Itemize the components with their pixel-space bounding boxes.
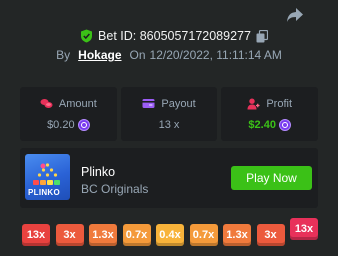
amount-card: Amount $0.20 [20,87,117,141]
multiplier-slot: 3x [55,224,84,246]
multiplier-slot: 0.4x [156,224,184,246]
profit-label: Profit [266,97,293,110]
payout-value: 13 x [158,118,180,131]
multiplier-slot-hit: 13x [290,218,318,240]
multiplier-slot: 1.3x [89,224,117,246]
coins-stack-icon [40,99,53,108]
username-link[interactable]: Hokage [78,48,121,62]
bcd-coin-icon [77,118,90,131]
multiplier-slot: 0.7x [122,224,151,246]
bet-detail-panel: Bet ID: 8605057172089277 By Hokage On 12… [0,0,338,256]
play-now-button[interactable]: Play Now [231,166,312,190]
by-label: By [56,48,71,62]
game-provider: BC Originals [81,182,149,196]
game-card: PLINKO Plinko BC Originals Play Now [20,148,318,208]
game-title: Plinko [81,165,116,179]
payout-card: Payout 13 x [120,87,218,141]
amount-value: $0.20 [47,118,75,131]
bcd-coin-icon [278,118,291,131]
shield-check-icon [81,29,93,43]
profit-card: Profit $2.40 [221,87,319,141]
share-arrow-icon[interactable] [286,7,304,23]
bet-meta-row: By Hokage On 12/20/2022, 11:11:14 AM [0,48,338,62]
bet-date: 12/20/2022, 11:11:14 AM [149,48,282,62]
payout-label: Payout [161,97,196,110]
profit-value: $2.40 [248,118,276,131]
multiplier-slot: 13x [22,224,50,246]
plinko-pegs-icon [33,163,60,185]
multiplier-slot: 1.3x [223,224,251,246]
profit-user-icon [247,98,260,109]
multiplier-slot: 0.7x [189,224,218,246]
thumb-logo: PLINKO [28,188,61,197]
multiplier-row: 13x 3x 1.3x 0.7x 0.4x 0.7x 1.3x 3x 13x [20,218,318,248]
copy-icon[interactable] [256,29,268,43]
wallet-card-icon [142,99,155,108]
bet-id-row: Bet ID: 8605057172089277 [0,29,338,43]
bet-stats: Amount $0.20 Payout 13 x Profit $2.40 [20,87,319,141]
on-label: On [129,48,146,62]
plinko-thumbnail[interactable]: PLINKO [25,154,70,200]
bet-id-text: Bet ID: 8605057172089277 [98,29,251,43]
multiplier-slot: 3x [256,224,285,246]
amount-label: Amount [58,97,97,110]
